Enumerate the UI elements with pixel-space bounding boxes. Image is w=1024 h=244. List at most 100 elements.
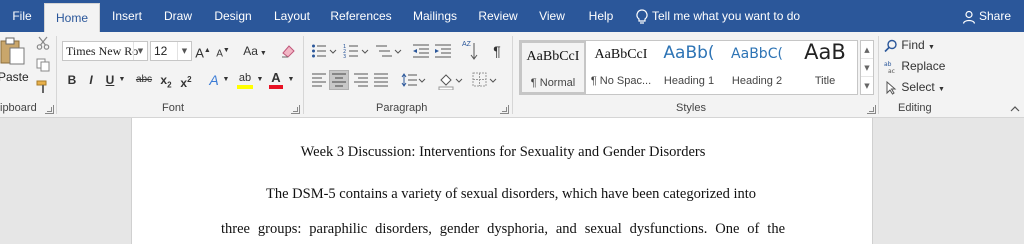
font-launcher[interactable] [291, 105, 300, 114]
format-painter-button[interactable] [36, 80, 50, 94]
ribbon: Paste ipboard Times New Ro ▼ 12 ▼ A▲ A▼ … [0, 32, 1024, 118]
document-page[interactable]: Week 3 Discussion: Interventions for Sex… [131, 118, 873, 244]
tab-draw[interactable]: Draw [156, 0, 200, 32]
eraser-icon [282, 45, 295, 58]
font-color-dropdown[interactable]: ▼ [287, 70, 295, 90]
group-separator [303, 36, 304, 114]
replace-button[interactable]: ab ac Replace [884, 56, 945, 76]
font-color-button[interactable]: A [268, 68, 284, 89]
lightbulb-icon [636, 9, 648, 24]
borders-button[interactable] [472, 72, 498, 88]
change-case-button[interactable]: Aa ▼ [240, 41, 270, 61]
styles-gallery-scroller[interactable]: ▲ ▼ ▼ [860, 40, 874, 95]
show-formatting-marks-button[interactable]: ¶ [490, 41, 504, 61]
highlight-swatch [237, 85, 253, 89]
outdent-icon [413, 44, 429, 58]
style-name: Title [814, 75, 836, 87]
paragraph-launcher[interactable] [500, 105, 509, 114]
chevron-up-icon [1010, 106, 1020, 112]
cursor-icon [886, 80, 897, 95]
shading-button[interactable] [438, 72, 464, 91]
style-preview: AaBbCcI [594, 47, 648, 62]
cut-button[interactable] [36, 36, 50, 50]
strikethrough-button[interactable]: abc [134, 70, 154, 90]
clipboard-icon [0, 37, 25, 65]
style-name: ¶ No Spac... [590, 75, 652, 87]
clear-formatting-button[interactable] [280, 43, 296, 59]
svg-text:ac: ac [888, 68, 895, 74]
font-size-value: 12 [154, 44, 168, 58]
numbered-list-icon: 1 2 3 [343, 44, 369, 60]
font-size-combo[interactable]: 12 ▼ [150, 41, 192, 61]
superscript-digit: 2 [187, 75, 192, 84]
text-effects-button[interactable]: A [206, 70, 222, 90]
clipboard-launcher[interactable] [45, 105, 54, 114]
expand-gallery-icon[interactable]: ▼ [861, 77, 873, 95]
svg-text:3: 3 [343, 54, 346, 59]
chevron-up-icon[interactable]: ▲ [861, 41, 873, 59]
chevron-down-icon[interactable]: ▼ [861, 59, 873, 77]
shrink-font-button[interactable]: A▼ [215, 41, 231, 61]
grow-font-button[interactable]: A▲ [195, 41, 211, 61]
paint-bucket-icon [438, 74, 463, 91]
align-left-button[interactable] [311, 72, 327, 88]
italic-button[interactable]: I [85, 70, 97, 90]
collapse-ribbon-button[interactable] [1010, 103, 1020, 113]
style-normal[interactable]: AaBbCcI ¶ Normal [520, 41, 586, 94]
superscript-button[interactable]: x2 [178, 70, 194, 90]
copy-button[interactable] [36, 58, 50, 72]
ribbon-tab-bar: File Home Insert Draw Design Layout Refe… [0, 0, 1024, 32]
increase-indent-button[interactable] [434, 43, 452, 59]
highlight-button[interactable]: ab [236, 68, 254, 89]
justify-button[interactable] [373, 72, 389, 88]
find-button[interactable]: Find ▼ [884, 35, 935, 55]
tab-references[interactable]: References [324, 0, 398, 32]
text-effects-dropdown[interactable]: ▼ [222, 70, 230, 90]
editing-group-label: Editing [898, 102, 932, 114]
svg-text:ab: ab [884, 61, 892, 68]
underline-dropdown[interactable]: ▼ [118, 70, 126, 90]
tab-view[interactable]: View [530, 0, 574, 32]
tab-review[interactable]: Review [472, 0, 524, 32]
highlight-dropdown[interactable]: ▼ [256, 70, 264, 90]
tab-file[interactable]: File [0, 0, 44, 32]
borders-icon [472, 72, 497, 87]
underline-button[interactable]: U [103, 70, 117, 90]
style-title[interactable]: AaB Title [792, 40, 858, 94]
multilevel-list-button[interactable] [375, 43, 403, 59]
share-button[interactable]: Share [962, 0, 1011, 32]
tab-help[interactable]: Help [580, 0, 622, 32]
tab-mailings[interactable]: Mailings [404, 0, 466, 32]
style-heading-1[interactable]: AaBb( Heading 1 [656, 41, 722, 94]
search-icon [884, 39, 897, 52]
tab-layout[interactable]: Layout [266, 0, 318, 32]
scissors-icon [36, 36, 50, 50]
tell-me-search[interactable]: Tell me what you want to do [636, 0, 800, 32]
subscript-button[interactable]: x2 [158, 70, 174, 90]
multilevel-list-icon [376, 45, 402, 57]
decrease-indent-button[interactable] [412, 43, 430, 59]
align-center-button[interactable] [329, 70, 349, 90]
tab-insert[interactable]: Insert [104, 0, 150, 32]
style-no-spacing[interactable]: AaBbCcI ¶ No Spac... [588, 41, 654, 94]
paintbrush-icon [36, 80, 47, 93]
align-right-button[interactable] [353, 72, 369, 88]
line-spacing-button[interactable] [400, 72, 426, 88]
grow-font-label: A [195, 45, 204, 61]
justify-icon [374, 73, 388, 87]
group-separator [878, 36, 879, 114]
shrink-font-label: A [216, 48, 223, 60]
sort-button[interactable]: AZ [462, 41, 478, 61]
styles-launcher[interactable] [867, 105, 876, 114]
style-heading-2[interactable]: AaBbC( Heading 2 [724, 41, 790, 94]
chevron-down-icon: ▼ [928, 44, 935, 51]
paste-button[interactable]: Paste [0, 36, 30, 86]
font-name-combo[interactable]: Times New Ro ▼ [62, 41, 148, 61]
tab-home[interactable]: Home [44, 3, 100, 32]
bold-button[interactable]: B [65, 70, 79, 90]
select-button[interactable]: Select ▼ [884, 77, 945, 97]
chevron-down-icon: ▼ [133, 42, 147, 60]
numbering-button[interactable]: 1 2 3 [343, 43, 371, 60]
bullets-button[interactable] [311, 43, 339, 59]
tab-design[interactable]: Design [207, 0, 259, 32]
